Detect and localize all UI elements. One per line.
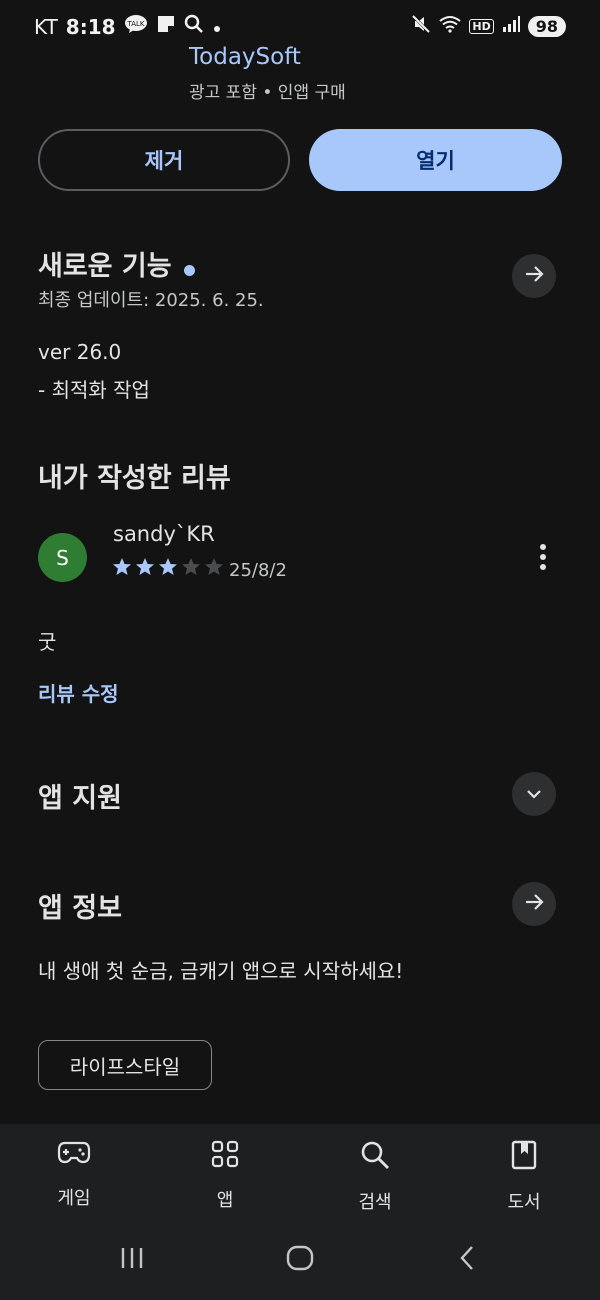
search-icon (184, 14, 204, 39)
whats-new-header[interactable]: 새로운 기능 (38, 244, 195, 283)
app-support-title[interactable]: 앱 지원 (38, 776, 122, 815)
signal-icon (502, 16, 520, 36)
my-review-title: 내가 작성한 리뷰 (38, 463, 231, 494)
last-updated: 최종 업데이트: 2025. 6. 25. (38, 290, 264, 311)
app-meta: 광고 포함 • 인앱 구매 (189, 83, 346, 103)
open-button[interactable]: 열기 (309, 129, 562, 191)
chevron-down-icon (525, 785, 543, 804)
avatar: S (38, 533, 87, 582)
dot-icon (212, 15, 222, 39)
apps-grid-icon (211, 1140, 239, 1172)
back-icon[interactable] (456, 1244, 480, 1276)
review-date: 25/8/2 (229, 560, 287, 581)
gamepad-icon (57, 1140, 91, 1170)
app-description: 내 생애 첫 순금, 금캐기 앱으로 시작하세요! (38, 959, 404, 983)
whats-new-arrow-button[interactable] (512, 254, 556, 298)
hd-badge: HD (469, 18, 494, 34)
star-filled-icon (136, 558, 154, 575)
star-empty-icon (205, 558, 223, 575)
status-bar-left: KT 8:18 TALK (34, 14, 222, 39)
review-username: sandy`KR (113, 522, 215, 546)
arrow-right-icon (523, 891, 545, 917)
recents-icon[interactable] (118, 1244, 148, 1276)
nav-apps[interactable]: 앱 (175, 1140, 275, 1212)
battery-level: 98 (527, 15, 566, 37)
nav-games-label: 게임 (57, 1188, 91, 1209)
edit-review-link[interactable]: 리뷰 수정 (38, 678, 119, 707)
developer-link[interactable]: TodaySoft (189, 44, 301, 70)
nav-search-label: 검색 (358, 1192, 392, 1213)
mute-icon (411, 14, 431, 38)
category-chip[interactable]: 라이프스타일 (38, 1040, 212, 1090)
star-rating (112, 557, 224, 577)
app-info-arrow-button[interactable] (512, 882, 556, 926)
notes-icon (156, 14, 176, 39)
version-text: ver 26.0 (38, 340, 122, 364)
review-text: 굿 (38, 630, 57, 654)
talk-badge-text: TALK (126, 20, 144, 28)
app-info-title[interactable]: 앱 정보 (38, 886, 122, 925)
whats-new-title: 새로운 기능 (38, 251, 172, 282)
star-filled-icon (159, 558, 177, 575)
uninstall-button[interactable]: 제거 (38, 129, 290, 191)
search-icon (360, 1140, 390, 1174)
arrow-right-icon (523, 263, 545, 289)
more-vert-icon[interactable] (532, 542, 554, 572)
nav-books[interactable]: 도서 (474, 1140, 574, 1214)
clock: 8:18 (65, 14, 116, 39)
nav-apps-label: 앱 (216, 1190, 234, 1211)
release-notes: - 최적화 작업 (38, 378, 150, 402)
nav-search[interactable]: 검색 (325, 1140, 425, 1214)
home-icon[interactable] (285, 1244, 315, 1276)
star-filled-icon (113, 558, 131, 575)
app-support-expand-button[interactable] (512, 772, 556, 816)
carrier-label: KT (34, 14, 58, 39)
wifi-icon (439, 15, 462, 37)
book-icon (511, 1140, 537, 1174)
nav-games[interactable]: 게임 (24, 1140, 124, 1210)
new-indicator-dot (183, 265, 195, 276)
status-bar-right: HD 98 (411, 14, 566, 38)
star-empty-icon (182, 558, 200, 575)
nav-books-label: 도서 (507, 1192, 541, 1213)
talk-icon: TALK (124, 14, 148, 39)
